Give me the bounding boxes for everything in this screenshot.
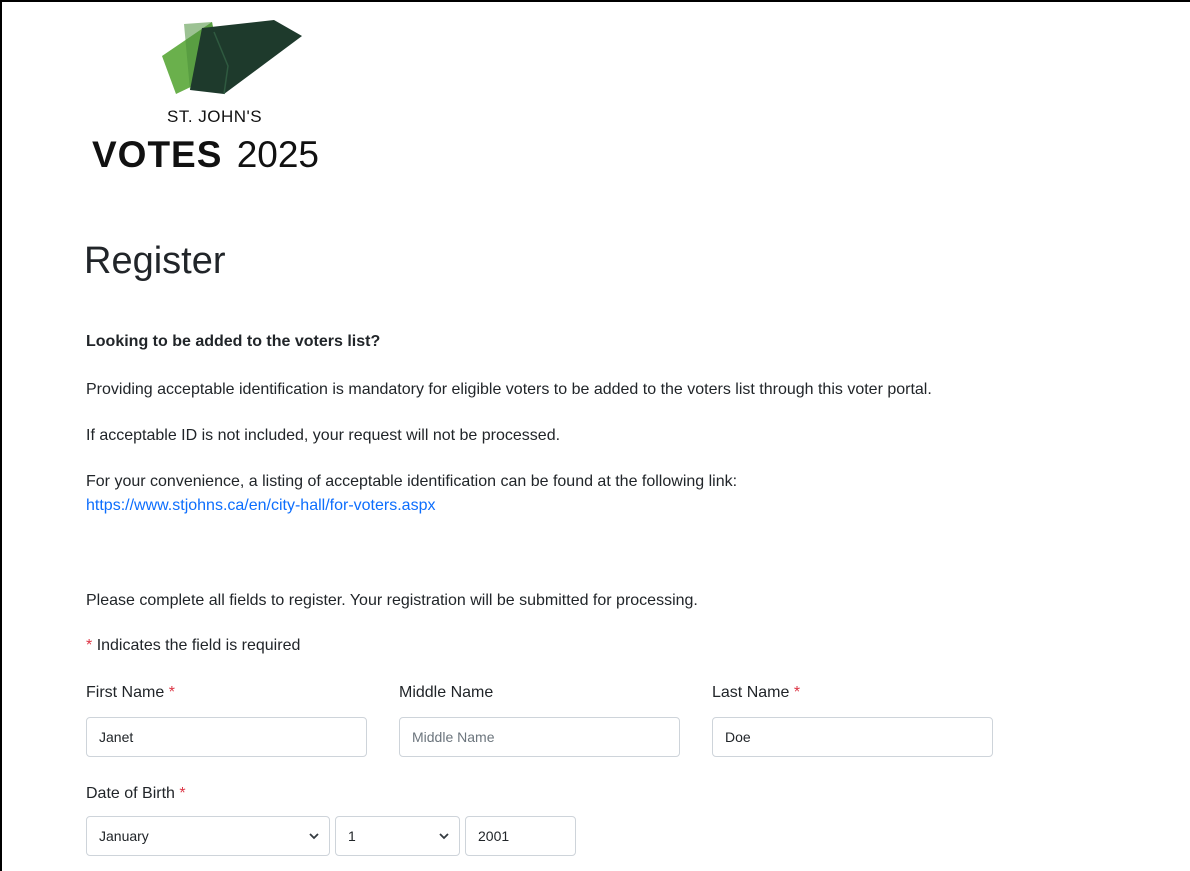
form-instructions: Please complete all fields to register. … — [86, 592, 698, 609]
required-note: * Indicates the field is required — [86, 634, 300, 658]
dob-year-input[interactable] — [465, 816, 576, 856]
first-name-label: First Name * — [86, 683, 175, 703]
chevron-down-icon — [439, 833, 449, 840]
logo: ST. JOHN'S VOTES 2025 — [92, 18, 372, 188]
first-name-input[interactable] — [86, 717, 367, 757]
acceptable-id-link[interactable]: https://www.stjohns.ca/en/city-hall/for-… — [86, 494, 435, 518]
intro-paragraph-1: Providing acceptable identification is m… — [86, 381, 932, 398]
first-name-required-marker: * — [168, 684, 175, 701]
logo-dark-shape — [190, 20, 302, 94]
first-name-label-text: First Name — [86, 684, 165, 701]
required-marker: * — [86, 637, 93, 654]
middle-name-label: Middle Name — [399, 683, 493, 703]
last-name-label: Last Name * — [712, 683, 800, 703]
ballot-logo-icon — [162, 20, 302, 95]
logo-year-text: 2025 — [236, 134, 320, 175]
intro-heading: Looking to be added to the voters list? — [86, 333, 381, 350]
chevron-down-icon — [309, 833, 319, 840]
page-title: Register — [84, 240, 226, 282]
middle-name-label-text: Middle Name — [399, 684, 494, 701]
required-note-text: Indicates the field is required — [96, 637, 301, 654]
dob-month-value: January — [99, 828, 149, 844]
logo-city-name: ST. JOHN'S — [167, 107, 263, 126]
intro-paragraph-3: For your convenience, a listing of accep… — [86, 473, 738, 490]
intro-paragraph-2: If acceptable ID is not included, your r… — [86, 427, 561, 444]
date-of-birth-label-text: Date of Birth — [86, 785, 175, 802]
last-name-input[interactable] — [712, 717, 993, 757]
last-name-label-text: Last Name — [712, 684, 790, 701]
middle-name-input[interactable] — [399, 717, 680, 757]
logo-votes-text: VOTES — [92, 134, 223, 175]
logo-title: VOTES 2025 — [92, 136, 319, 173]
dob-month-select[interactable]: January — [86, 816, 330, 856]
last-name-required-marker: * — [793, 684, 801, 701]
dob-day-value: 1 — [348, 828, 356, 844]
dob-day-select[interactable]: 1 — [335, 816, 460, 856]
dob-required-marker: * — [179, 785, 186, 802]
date-of-birth-label: Date of Birth * — [86, 784, 186, 804]
